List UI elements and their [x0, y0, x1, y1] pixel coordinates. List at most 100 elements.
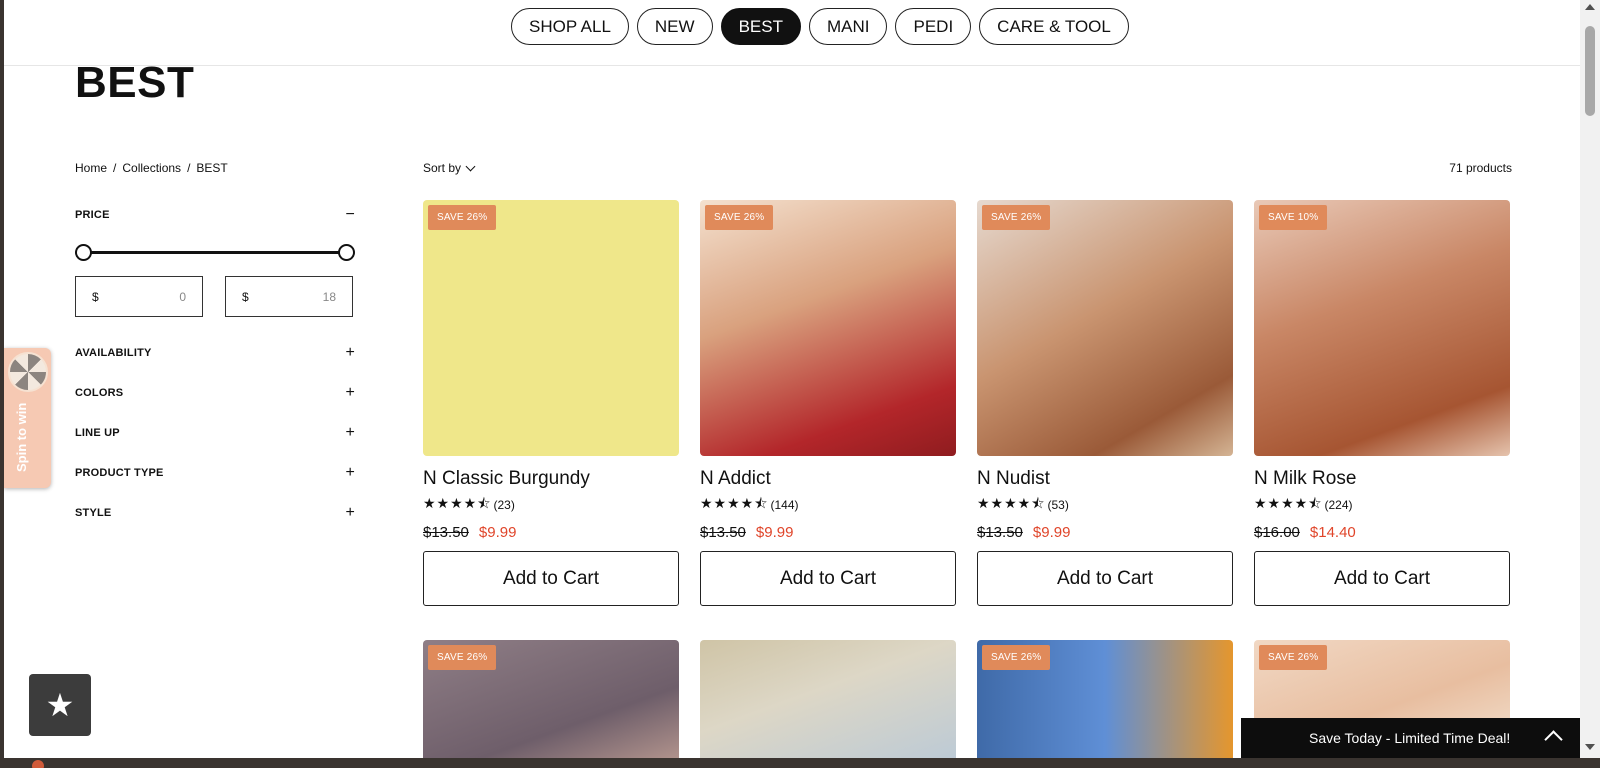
- product-image[interactable]: SAVE 26%: [423, 200, 679, 456]
- breadcrumb-home[interactable]: Home: [75, 161, 107, 175]
- filter-colors[interactable]: COLORS +: [75, 373, 355, 413]
- pill-best[interactable]: BEST: [720, 8, 801, 45]
- review-count: (23): [493, 498, 515, 512]
- product-card[interactable]: SAVE 26% N Nudist ★★★★⯪ (53) $13.50 $9.9…: [977, 200, 1233, 606]
- product-name[interactable]: N Addict: [700, 468, 956, 490]
- collection-pills: SHOP ALL NEW BEST MANI PEDI CARE & TOOL: [511, 8, 1129, 45]
- product-name[interactable]: N Classic Burgundy: [423, 468, 679, 490]
- sale-badge: SAVE 26%: [982, 205, 1051, 230]
- filter-label: AVAILABILITY: [75, 347, 152, 359]
- sale-badge: SAVE 26%: [1259, 645, 1328, 670]
- pill-mani[interactable]: MANI: [808, 8, 888, 45]
- price-max-value[interactable]: 18: [323, 290, 336, 304]
- expand-icon[interactable]: +: [345, 385, 355, 401]
- product-image[interactable]: SAVE 10%: [1254, 200, 1510, 456]
- product-name[interactable]: N Milk Rose: [1254, 468, 1510, 490]
- filter-price-header[interactable]: PRICE −: [75, 206, 355, 224]
- filter-price-label: PRICE: [75, 209, 110, 221]
- review-count: (53): [1047, 498, 1069, 512]
- add-to-cart-button[interactable]: Add to Cart: [1254, 551, 1510, 606]
- filter-style[interactable]: STYLE +: [75, 493, 355, 533]
- pill-pedi[interactable]: PEDI: [895, 8, 972, 45]
- product-card[interactable]: SAVE 26% N Classic Burgundy ★★★★⯪ (23) $…: [423, 200, 679, 606]
- expand-icon[interactable]: +: [345, 425, 355, 441]
- filter-line-up[interactable]: LINE UP +: [75, 413, 355, 453]
- sale-badge: SAVE 26%: [705, 205, 774, 230]
- scroll-up-icon[interactable]: [1585, 4, 1595, 10]
- scroll-down-icon[interactable]: [1585, 744, 1595, 750]
- expand-icon[interactable]: +: [345, 505, 355, 521]
- vertical-scrollbar[interactable]: [1580, 0, 1600, 758]
- price-range-slider[interactable]: [75, 242, 355, 262]
- filter-product-type[interactable]: PRODUCT TYPE +: [75, 453, 355, 493]
- star-rating-icon: ★★★★⯪: [423, 495, 492, 511]
- breadcrumb-separator: /: [187, 161, 191, 175]
- filter-sidebar: PRICE − $ 0 $ 18 AVAILABILITY + COLORS +…: [75, 206, 355, 533]
- filter-groups: AVAILABILITY + COLORS + LINE UP + PRODUC…: [75, 333, 355, 533]
- filter-label: PRODUCT TYPE: [75, 467, 164, 479]
- product-prices: $13.50 $9.99: [977, 524, 1233, 541]
- slider-track: [85, 251, 345, 254]
- pill-care-tool[interactable]: CARE & TOOL: [979, 8, 1129, 45]
- collapse-icon[interactable]: −: [345, 207, 355, 223]
- product-card[interactable]: [700, 640, 956, 758]
- product-rating: ★★★★⯪ (53): [977, 493, 1233, 517]
- sale-badge: SAVE 10%: [1259, 205, 1328, 230]
- reviews-button[interactable]: ★: [29, 674, 91, 736]
- add-to-cart-button[interactable]: Add to Cart: [700, 551, 956, 606]
- slider-max-handle[interactable]: [338, 244, 355, 261]
- spin-to-win-tab[interactable]: Spin to win: [4, 348, 51, 488]
- product-card[interactable]: SAVE 26%: [977, 640, 1233, 758]
- star-rating-icon: ★★★★⯪: [977, 495, 1046, 511]
- pill-new[interactable]: NEW: [636, 8, 713, 45]
- product-card[interactable]: SAVE 26% N Addict ★★★★⯪ (144) $13.50 $9.…: [700, 200, 956, 606]
- spin-to-win-label: Spin to win: [14, 402, 29, 472]
- product-grid: SAVE 26% N Classic Burgundy ★★★★⯪ (23) $…: [423, 200, 1515, 758]
- breadcrumb-collections[interactable]: Collections: [122, 161, 181, 175]
- taskbar-app-icon[interactable]: [32, 760, 44, 768]
- collection-nav: SHOP ALL NEW BEST MANI PEDI CARE & TOOL: [4, 0, 1580, 66]
- product-image[interactable]: SAVE 26%: [977, 200, 1233, 456]
- expand-icon[interactable]: +: [345, 465, 355, 481]
- slider-min-handle[interactable]: [75, 244, 92, 261]
- breadcrumb: Home / Collections / BEST: [75, 161, 228, 175]
- original-price: $16.00: [1254, 524, 1300, 541]
- product-name[interactable]: N Nudist: [977, 468, 1233, 490]
- breadcrumb-current: BEST: [196, 161, 228, 175]
- product-image[interactable]: SAVE 26%: [977, 640, 1233, 758]
- sale-badge: SAVE 26%: [982, 645, 1051, 670]
- product-count: 71 products: [1449, 161, 1512, 175]
- filter-availability[interactable]: AVAILABILITY +: [75, 333, 355, 373]
- product-image[interactable]: [700, 640, 956, 758]
- sort-dropdown[interactable]: Sort by: [423, 161, 476, 175]
- product-card[interactable]: SAVE 26%: [423, 640, 679, 758]
- deal-bar-text: Save Today - Limited Time Deal!: [1309, 730, 1511, 746]
- price-max-field[interactable]: $ 18: [225, 276, 353, 317]
- product-prices: $13.50 $9.99: [700, 524, 956, 541]
- star-rating-icon: ★★★★⯪: [1254, 495, 1323, 511]
- expand-icon[interactable]: +: [345, 345, 355, 361]
- product-card[interactable]: SAVE 10% N Milk Rose ★★★★⯪ (224) $16.00 …: [1254, 200, 1510, 606]
- product-image[interactable]: SAVE 26%: [700, 200, 956, 456]
- sale-price: $9.99: [755, 524, 794, 541]
- star-rating-icon: ★★★★⯪: [700, 495, 769, 511]
- product-image[interactable]: SAVE 26%: [423, 640, 679, 758]
- add-to-cart-button[interactable]: Add to Cart: [977, 551, 1233, 606]
- sale-price: $9.99: [1032, 524, 1071, 541]
- product-prices: $13.50 $9.99: [423, 524, 679, 541]
- filter-label: STYLE: [75, 507, 112, 519]
- price-min-value[interactable]: 0: [179, 290, 186, 304]
- deal-bar[interactable]: Save Today - Limited Time Deal!: [1241, 718, 1580, 758]
- chevron-up-icon[interactable]: [1544, 730, 1563, 749]
- sale-price: $9.99: [478, 524, 517, 541]
- price-inputs: $ 0 $ 18: [75, 276, 355, 317]
- chevron-down-icon: [465, 161, 476, 172]
- original-price: $13.50: [977, 524, 1023, 541]
- filter-label: LINE UP: [75, 427, 120, 439]
- pill-shop-all[interactable]: SHOP ALL: [511, 8, 629, 45]
- price-min-field[interactable]: $ 0: [75, 276, 203, 317]
- currency-prefix: $: [242, 289, 249, 304]
- sale-badge: SAVE 26%: [428, 645, 497, 670]
- add-to-cart-button[interactable]: Add to Cart: [423, 551, 679, 606]
- scrollbar-thumb[interactable]: [1585, 26, 1595, 116]
